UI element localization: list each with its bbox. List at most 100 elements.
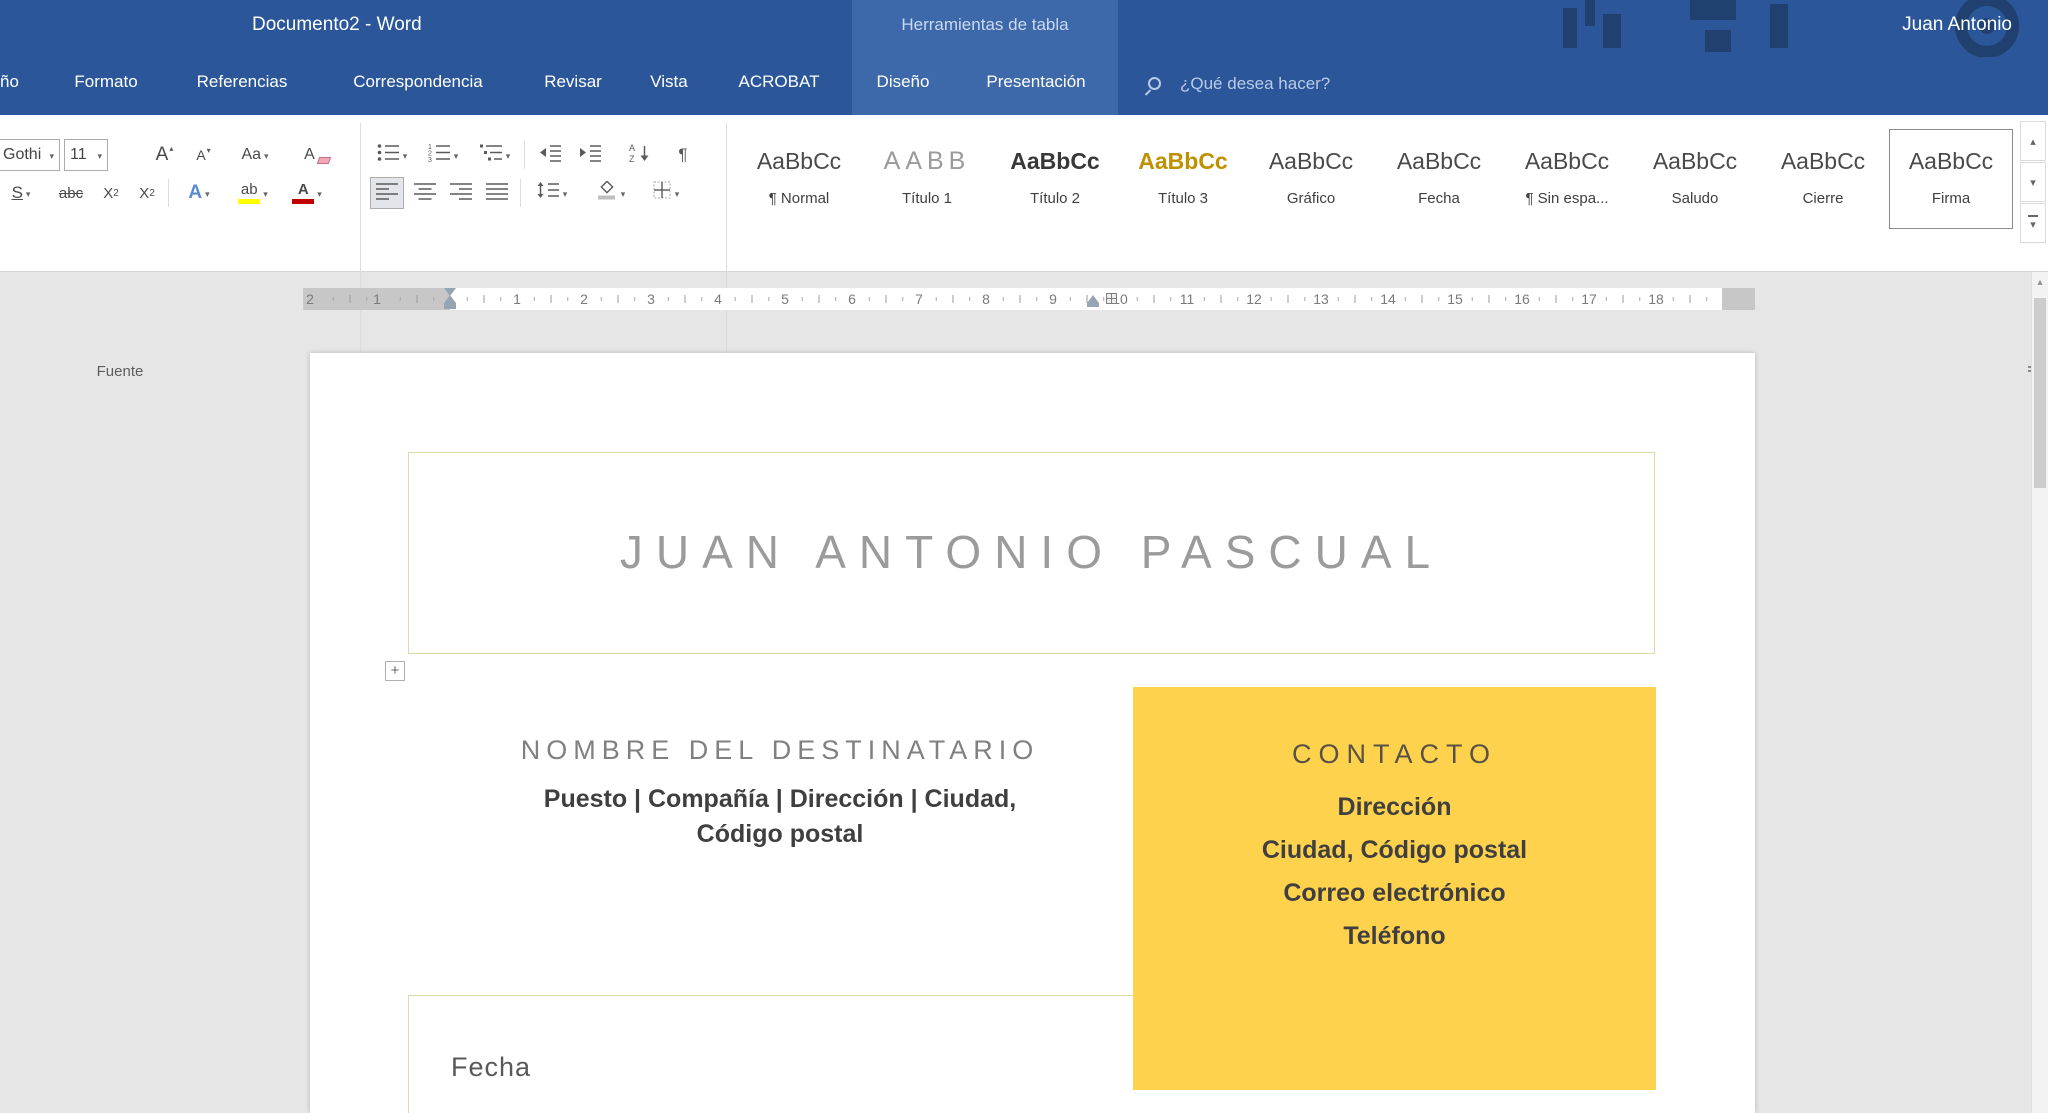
search-icon[interactable] xyxy=(1148,77,1161,90)
recipient-line[interactable]: Código postal xyxy=(365,817,1195,852)
chevron-down-icon[interactable] xyxy=(503,146,511,164)
scrollbar-thumb[interactable] xyxy=(2034,298,2046,488)
ruler-number: 8 xyxy=(979,288,993,310)
chevron-down-icon[interactable] xyxy=(451,146,459,164)
subscript-button[interactable]: X2 xyxy=(94,177,128,209)
chevron-down-icon[interactable] xyxy=(46,146,54,164)
style-sin-espaciado[interactable]: AaBbCc ¶ Sin espa... xyxy=(1505,129,1629,229)
align-center-button[interactable] xyxy=(408,177,442,209)
align-right-button[interactable] xyxy=(444,177,478,209)
sort-button[interactable]: AZ xyxy=(620,139,660,171)
highlight-color-button[interactable]: ab xyxy=(228,177,278,209)
increase-indent-button[interactable] xyxy=(572,139,608,171)
change-case-button[interactable]: Aa xyxy=(232,139,278,171)
numbered-list-icon: 1 2 3 xyxy=(428,143,451,167)
style-sample: AaBbCc xyxy=(1908,148,1994,174)
ruler-number: 17 xyxy=(1578,288,1600,310)
font-group-label: Fuente xyxy=(96,363,144,380)
styles-gallery-more-button[interactable] xyxy=(2020,203,2046,243)
table-column-marker[interactable] xyxy=(1106,293,1117,304)
style-fecha[interactable]: AaBbCc Fecha xyxy=(1377,129,1501,229)
date-label[interactable]: Fecha xyxy=(451,1052,531,1083)
style-firma-selected[interactable]: AaBbCc Firma xyxy=(1889,129,2013,229)
contact-line[interactable]: Teléfono xyxy=(1133,915,1656,958)
table-move-handle-icon[interactable] xyxy=(385,661,405,681)
style-grafico[interactable]: AaBbCc Gráfico xyxy=(1249,129,1373,229)
tab-referencias[interactable]: Referencias xyxy=(197,72,288,92)
font-size-value: 11 xyxy=(70,146,87,163)
sort-az-icon: AZ xyxy=(629,143,651,168)
right-indent-marker[interactable] xyxy=(1087,295,1099,303)
document-page[interactable]: JUAN ANTONIO PASCUAL NOMBRE DEL DESTINAT… xyxy=(310,353,1755,1113)
chevron-down-icon[interactable] xyxy=(560,184,568,202)
chevron-down-icon[interactable] xyxy=(23,184,31,202)
decrease-indent-button[interactable] xyxy=(532,139,568,171)
borders-button[interactable] xyxy=(642,177,690,209)
right-indent-marker-base[interactable] xyxy=(1087,303,1099,307)
pilcrow-icon: ¶ xyxy=(678,145,688,164)
show-formatting-marks-button[interactable]: ¶ xyxy=(666,139,700,171)
contact-heading[interactable]: CONTACTO xyxy=(1133,739,1656,770)
shrink-font-button[interactable]: A xyxy=(186,139,220,171)
style-saludo[interactable]: AaBbCc Saludo xyxy=(1633,129,1757,229)
superscript-button[interactable]: X2 xyxy=(130,177,164,209)
scroll-up-icon[interactable] xyxy=(2032,277,2048,288)
chevron-down-icon[interactable] xyxy=(94,146,102,164)
letter-author-name[interactable]: JUAN ANTONIO PASCUAL xyxy=(409,453,1654,651)
clear-formatting-icon: A xyxy=(304,146,315,163)
tab-vista[interactable]: Vista xyxy=(650,72,688,92)
underline-button[interactable]: S xyxy=(0,177,42,209)
style-titulo-2[interactable]: AaBbCc Título 2 xyxy=(993,129,1117,229)
numbering-button[interactable]: 1 2 3 xyxy=(420,139,466,171)
font-size-combo[interactable]: 11 xyxy=(64,139,108,171)
chevron-down-icon[interactable] xyxy=(260,184,268,202)
style-normal[interactable]: AaBbCc ¶ Normal xyxy=(737,129,861,229)
tab-revisar[interactable]: Revisar xyxy=(544,72,602,92)
left-indent-marker[interactable] xyxy=(444,303,456,309)
shading-button[interactable] xyxy=(586,177,634,209)
document-title: Documento2 - Word xyxy=(252,14,422,35)
multilevel-list-button[interactable] xyxy=(472,139,518,171)
chevron-down-icon[interactable] xyxy=(202,184,210,202)
style-titulo-1[interactable]: AABB Título 1 xyxy=(865,129,989,229)
font-color-button[interactable]: A xyxy=(284,177,330,209)
vertical-scrollbar[interactable] xyxy=(2031,272,2048,1113)
style-sample: AaBbCc xyxy=(1268,148,1354,174)
contact-line[interactable]: Dirección xyxy=(1133,786,1656,829)
style-sample: AaBbCc xyxy=(1524,148,1610,174)
justify-button[interactable] xyxy=(480,177,514,209)
chevron-down-icon[interactable] xyxy=(400,146,408,164)
contact-lines: Dirección Ciudad, Código postal Correo e… xyxy=(1133,786,1656,958)
user-account-name[interactable]: Juan Antonio xyxy=(1902,14,2012,36)
strikethrough-button[interactable]: abc xyxy=(52,177,90,209)
tab-formato[interactable]: Formato xyxy=(74,72,137,92)
tab-acrobat[interactable]: ACROBAT xyxy=(739,72,820,92)
tab-diseno-tabla[interactable]: Diseño xyxy=(877,72,930,92)
tab-presentacion[interactable]: Presentación xyxy=(986,72,1085,92)
text-effects-button[interactable]: A xyxy=(176,177,222,209)
tab-correspondencia[interactable]: Correspondencia xyxy=(353,72,482,92)
contact-line[interactable]: Ciudad, Código postal xyxy=(1133,829,1656,872)
recipient-heading[interactable]: NOMBRE DEL DESTINATARIO xyxy=(365,735,1195,766)
recipient-line[interactable]: Puesto | Compañía | Dirección | Ciudad, xyxy=(365,782,1195,817)
align-left-button[interactable] xyxy=(370,177,404,209)
styles-gallery-scroll-up-button[interactable] xyxy=(2020,121,2046,161)
chevron-down-icon[interactable] xyxy=(672,184,680,202)
tab-diseno-pagina-partial[interactable]: ño xyxy=(0,72,19,92)
chevron-down-icon[interactable] xyxy=(618,184,626,202)
style-sample: AaBbCc xyxy=(1652,148,1738,174)
tell-me-search-input[interactable]: ¿Qué desea hacer? xyxy=(1180,74,1330,94)
clear-formatting-button[interactable]: A xyxy=(296,139,338,171)
style-titulo-3[interactable]: AaBbCc Título 3 xyxy=(1121,129,1245,229)
chevron-down-icon[interactable] xyxy=(314,184,322,202)
styles-gallery-scroll-down-button[interactable] xyxy=(2020,162,2046,202)
hanging-indent-marker[interactable] xyxy=(444,295,456,303)
font-name-combo[interactable]: Gothi xyxy=(0,139,60,171)
style-name: Saludo xyxy=(1671,190,1719,207)
grow-font-button[interactable]: A xyxy=(146,139,182,171)
style-cierre[interactable]: AaBbCc Cierre xyxy=(1761,129,1885,229)
contact-line[interactable]: Correo electrónico xyxy=(1133,872,1656,915)
bullets-button[interactable] xyxy=(370,139,414,171)
line-spacing-button[interactable] xyxy=(528,177,576,209)
ruler-number: 5 xyxy=(778,288,792,310)
